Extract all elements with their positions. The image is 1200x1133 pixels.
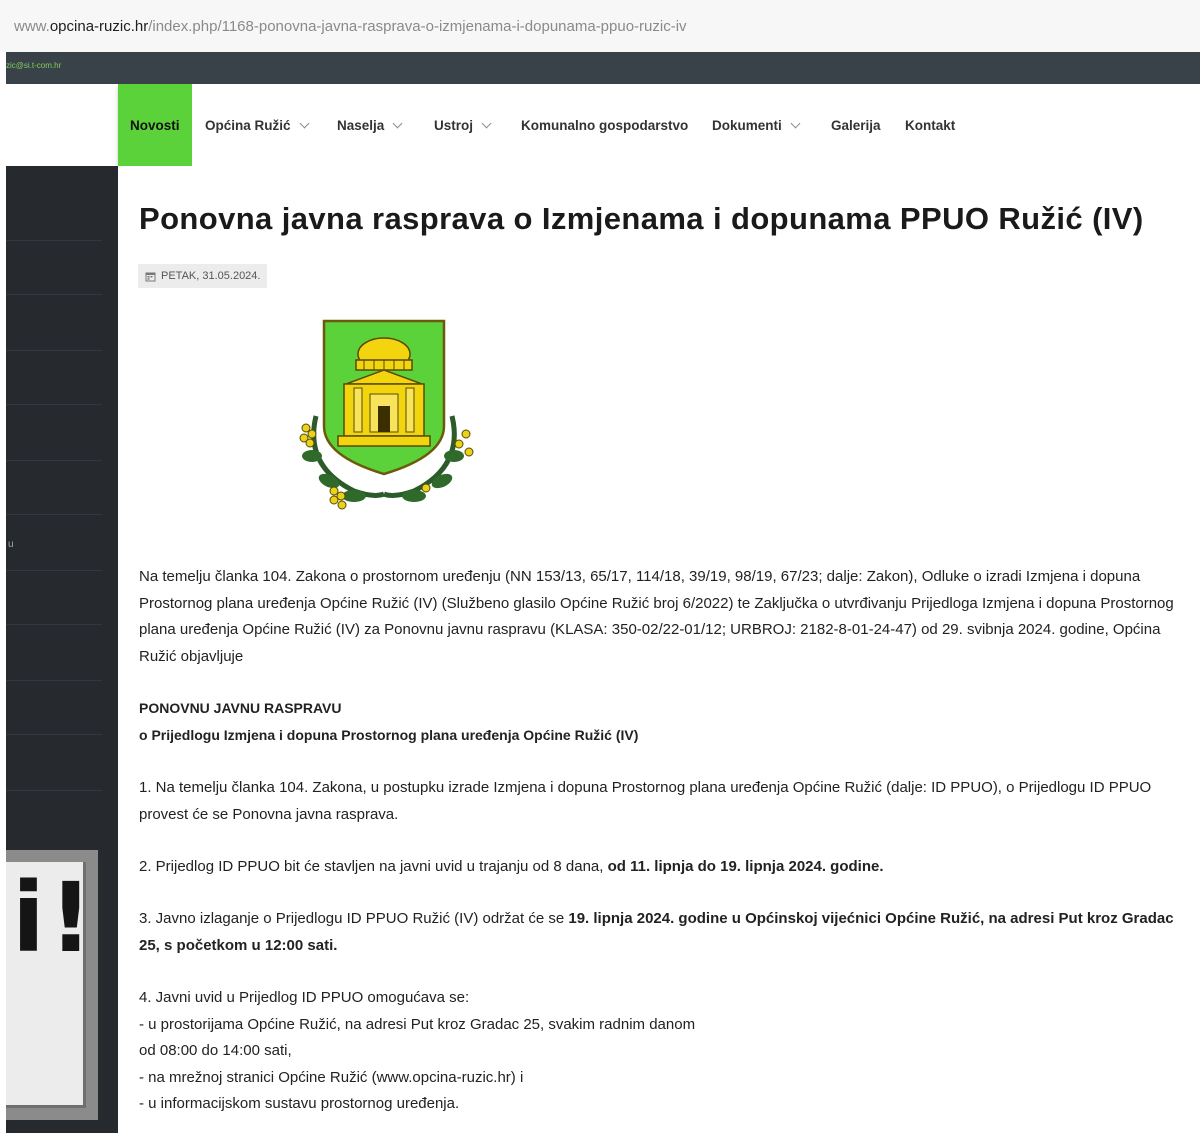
sidebar-divider xyxy=(6,350,102,351)
sidebar-divider xyxy=(6,790,102,791)
promo-panel: i! xyxy=(6,862,93,1108)
nav-item-naselja[interactable]: Naselja xyxy=(337,84,403,166)
promo-text: i! xyxy=(12,862,97,974)
sidebar-divider xyxy=(6,294,102,295)
sidebar-promo-banner[interactable]: i! xyxy=(6,850,98,1120)
nav-item-label: Naselja xyxy=(337,117,385,133)
paragraph-emphasis: od 11. lipnja do 19. lipnja 2024. godine… xyxy=(607,858,884,875)
sidebar-divider xyxy=(6,734,102,735)
sidebar-divider xyxy=(6,680,102,681)
nav-item-galerija[interactable]: Galerija xyxy=(831,84,881,166)
article-paragraph-2: 2. Prijedlog ID PPUO bit će stavljen na … xyxy=(139,854,1191,881)
sidebar-divider xyxy=(6,624,102,625)
article-date: PETAK, 31.05.2024. xyxy=(161,270,261,282)
url-prefix: www. xyxy=(14,18,50,35)
article-heading-primary: PONOVNU JAVNU RASPRAVU xyxy=(139,700,342,716)
address-bar[interactable]: www.opcina-ruzic.hr/index.php/1168-ponov… xyxy=(0,0,1200,52)
top-info-bar: zic@si.t-com.hr xyxy=(6,52,1200,84)
paragraph-line: - u prostorijama Općine Ružić, na adresi… xyxy=(139,1015,696,1033)
nav-item-kontakt[interactable]: Kontakt xyxy=(905,84,955,166)
coat-of-arms-image xyxy=(299,319,474,510)
nav-item-label: Općina Ružić xyxy=(205,117,291,133)
paragraph-text: 3. Javno izlaganje o Prijedlogu ID PPUO … xyxy=(139,910,569,927)
nav-item-label: Novosti xyxy=(130,117,180,133)
article-paragraph-1: 1. Na temelju članka 104. Zakona, u post… xyxy=(139,779,1152,823)
sidebar-divider xyxy=(6,240,102,241)
article-paragraph-3: 3. Javno izlaganje o Prijedlogu ID PPUO … xyxy=(139,906,1191,959)
chevron-down-icon xyxy=(481,118,492,128)
chevron-down-icon xyxy=(392,118,403,128)
nav-item-label: Dokumenti xyxy=(712,117,782,133)
article: Ponovna javna rasprava o Izmjenama i dop… xyxy=(118,166,1200,1133)
sidebar-divider xyxy=(6,514,102,515)
article-date-badge: PETAK, 31.05.2024. xyxy=(138,264,268,288)
paragraph-line: 4. Javni uvid u Prijedlog ID PPUO omoguć… xyxy=(139,989,470,1006)
paragraph-line: - u informacijskom sustavu prostornog ur… xyxy=(139,1095,460,1112)
calendar-icon xyxy=(145,272,156,281)
nav-item-label: Kontakt xyxy=(905,117,956,133)
sidebar-divider xyxy=(6,404,102,405)
nav-item-dokumenti[interactable]: Dokumenti xyxy=(712,84,801,166)
paragraph-line: od 08:00 do 14:00 sati, xyxy=(139,1042,292,1059)
article-heading-secondary: o Prijedlogu Izmjena i dopuna Prostornog… xyxy=(139,727,639,743)
paragraph-line: - na mrežnoj stranici Općine Ružić (www.… xyxy=(139,1068,524,1086)
url-path: /index.php/1168-ponovna-javna-rasprava-o… xyxy=(148,18,687,35)
nav-item-label: Ustroj xyxy=(434,117,474,133)
chevron-down-icon xyxy=(299,118,309,128)
nav-item-novosti[interactable]: Novosti xyxy=(118,84,192,166)
sidebar-text-fragment: u xyxy=(8,539,14,550)
nav-item-label: Komunalno gospodarstvo xyxy=(521,117,689,133)
nav-item-opcina-ruzic[interactable]: Općina Ružić xyxy=(205,84,309,166)
nav-item-komunalno-gospodarstvo[interactable]: Komunalno gospodarstvo xyxy=(521,84,688,166)
main-navigation: Novosti Općina Ružić Naselja Ustroj Komu… xyxy=(118,84,1200,166)
chevron-down-icon xyxy=(790,118,801,128)
article-title: Ponovna javna rasprava o Izmjenama i dop… xyxy=(139,201,1144,236)
paragraph-text: 2. Prijedlog ID PPUO bit će stavljen na … xyxy=(139,858,608,875)
sidebar-divider xyxy=(6,570,102,571)
nav-item-label: Galerija xyxy=(831,117,881,133)
sidebar-divider xyxy=(6,460,102,461)
url-domain: opcina-ruzic.hr xyxy=(49,18,149,35)
article-paragraph-4: 4. Javni uvid u Prijedlog ID PPUO omoguć… xyxy=(139,985,1191,1118)
contact-email-link[interactable]: zic@si.t-com.hr xyxy=(6,61,61,70)
nav-item-ustroj[interactable]: Ustroj xyxy=(434,84,492,166)
article-intro-paragraph: Na temelju članka 104. Zakona o prostorn… xyxy=(139,568,1174,665)
